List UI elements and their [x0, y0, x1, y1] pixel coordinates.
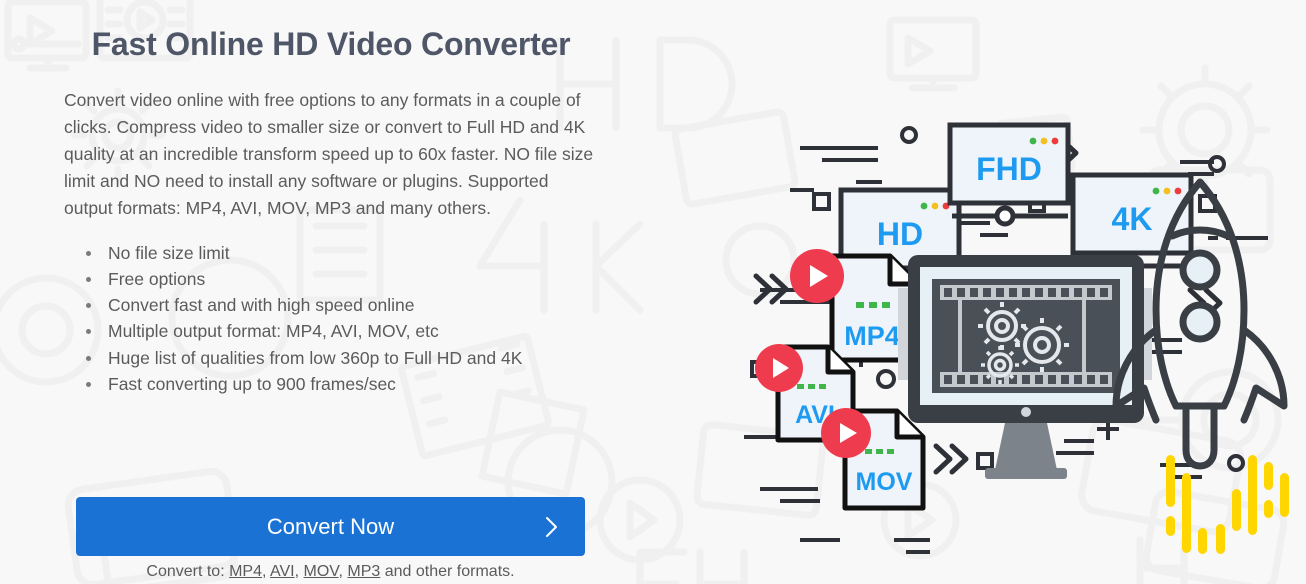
chevron-right-icon: [546, 516, 557, 537]
svg-text:4K: 4K: [1112, 201, 1153, 237]
rocket-flame-icon: [1166, 455, 1289, 554]
convert-to-formats-line: Convert to: MP4, AVI, MOV, MP3 and other…: [76, 563, 585, 581]
format-link-avi[interactable]: AVI: [270, 563, 295, 580]
list-item: Multiple output format: MP4, AVI, MOV, e…: [86, 318, 598, 344]
hero-text-column: Fast Online HD Video Converter Convert v…: [64, 24, 598, 397]
feature-list: No file size limit Free options Convert …: [64, 240, 598, 398]
svg-text:FHD: FHD: [976, 151, 1042, 187]
svg-text:MOV: MOV: [856, 468, 913, 496]
convert-now-label: Convert Now: [266, 513, 395, 539]
video-converter-illustration: HD FHD 4K MP4 AVI MOV: [744, 122, 1289, 554]
format-link-mov[interactable]: MOV: [304, 563, 339, 580]
list-item: No file size limit: [86, 240, 598, 266]
convert-now-button[interactable]: Convert Now: [76, 497, 585, 556]
quality-badge-fhd: FHD: [947, 122, 1071, 227]
file-icon-mov: MOV: [821, 408, 926, 511]
list-item: Free options: [86, 266, 598, 292]
format-separator: ,: [262, 563, 271, 580]
format-link-mp3[interactable]: MP3: [347, 563, 380, 580]
convert-to-suffix: and other formats.: [380, 563, 515, 580]
page-title: Fast Online HD Video Converter: [91, 26, 571, 62]
hero-section: Fast Online HD Video Converter Convert v…: [0, 0, 1306, 584]
format-link-mp4[interactable]: MP4: [229, 563, 262, 580]
format-separator: ,: [294, 563, 304, 580]
list-item: Fast converting up to 900 frames/sec: [86, 371, 598, 397]
svg-text:MP4: MP4: [844, 321, 900, 351]
hero-description: Convert video online with free options t…: [64, 89, 594, 218]
list-item: Huge list of qualities from low 360p to …: [86, 345, 598, 371]
convert-to-prefix: Convert to:: [146, 563, 230, 580]
svg-text:HD: HD: [877, 216, 923, 252]
list-item: Convert fast and with high speed online: [86, 292, 598, 318]
